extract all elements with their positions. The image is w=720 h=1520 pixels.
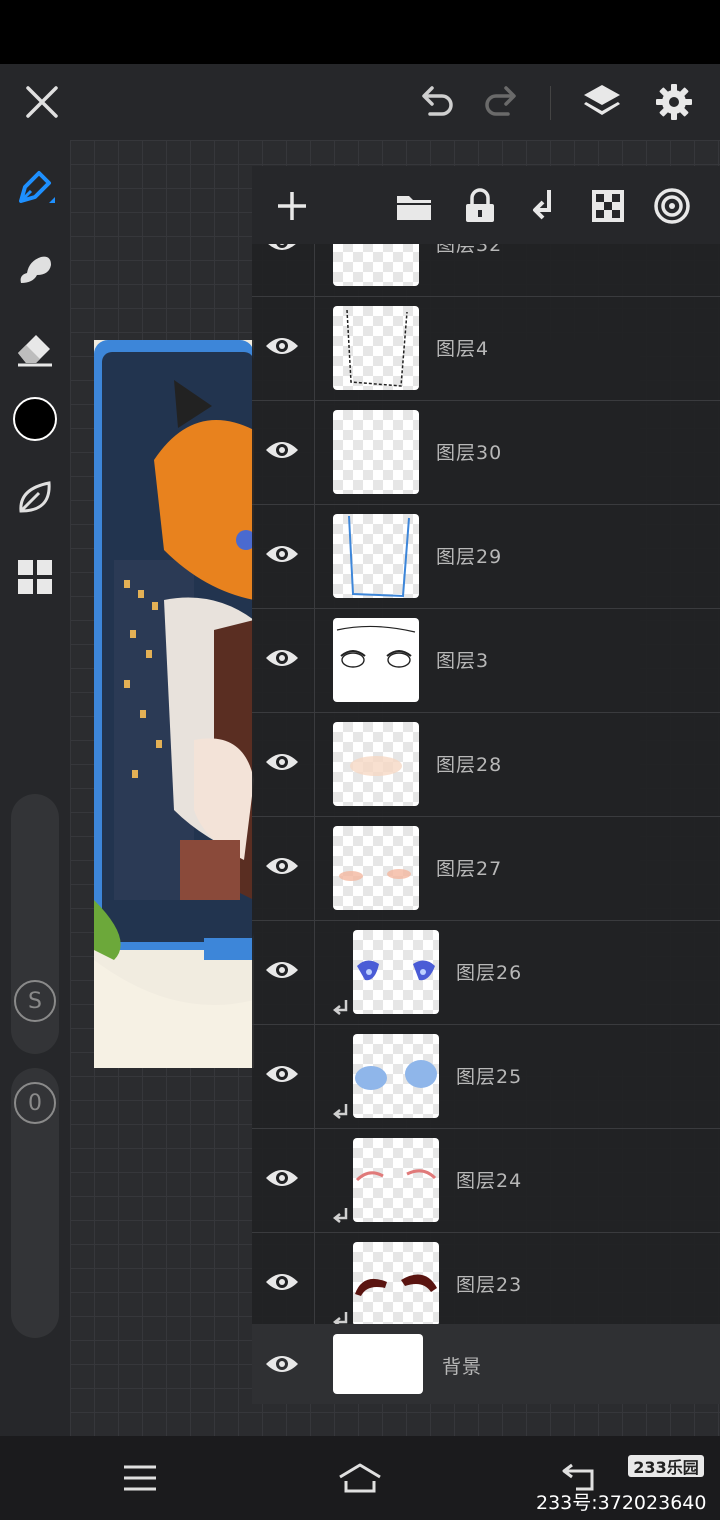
layer-thumbnail <box>333 1334 423 1394</box>
clip-arrow-icon <box>332 1208 348 1223</box>
layer-divider <box>314 1232 315 1324</box>
home-icon[interactable] <box>330 1452 390 1504</box>
layer-divider <box>314 504 315 608</box>
top-toolbar <box>0 64 720 140</box>
watermark-logo: 233乐园 <box>628 1455 704 1477</box>
gear-icon[interactable] <box>650 78 698 126</box>
redo-icon[interactable] <box>478 78 526 126</box>
layer-row[interactable]: 图层24 <box>252 1128 720 1233</box>
lock-icon[interactable] <box>456 182 504 230</box>
pen-icon[interactable] <box>10 164 60 214</box>
eye-icon[interactable] <box>264 748 300 776</box>
layer-name: 图层30 <box>436 442 503 464</box>
opacity-slider[interactable]: 0 <box>11 1068 59 1338</box>
layer-row[interactable]: 图层29 <box>252 504 720 609</box>
clip-arrow-icon <box>332 1104 348 1119</box>
eye-icon[interactable] <box>264 644 300 672</box>
layer-list[interactable]: 图层32 图层4 图层30 图层29 图层3 图层28 图层27 图层26 图层… <box>252 244 720 1324</box>
layer-row[interactable]: 图层27 <box>252 816 720 921</box>
smudge-icon[interactable] <box>10 244 60 294</box>
eye-icon[interactable] <box>264 244 300 256</box>
eye-icon[interactable] <box>264 436 300 464</box>
layer-thumbnail <box>353 1242 439 1324</box>
layer-panel-header <box>252 166 720 244</box>
layer-divider <box>314 296 315 400</box>
status-bar <box>0 0 720 64</box>
layer-thumbnail <box>333 826 419 910</box>
layer-name: 图层3 <box>436 650 490 672</box>
layer-row[interactable]: 图层28 <box>252 712 720 817</box>
eraser-icon[interactable] <box>10 322 60 372</box>
size-label: S <box>14 980 56 1022</box>
layer-divider <box>314 1024 315 1128</box>
layer-row[interactable]: 图层30 <box>252 400 720 505</box>
layer-row[interactable]: 图层3 <box>252 608 720 713</box>
eye-icon[interactable] <box>264 1164 300 1192</box>
layer-panel: 图层32 图层4 图层30 图层29 图层3 图层28 图层27 图层26 图层… <box>252 166 720 1404</box>
layer-row[interactable]: 图层25 <box>252 1024 720 1129</box>
leaf-icon[interactable] <box>10 472 60 522</box>
eye-icon[interactable] <box>264 852 300 880</box>
layer-name: 图层24 <box>456 1170 523 1192</box>
layer-name: 图层32 <box>436 244 503 256</box>
layer-divider <box>314 920 315 1024</box>
target-icon[interactable] <box>648 182 696 230</box>
layer-thumbnail <box>353 1034 439 1118</box>
layer-name: 图层29 <box>436 546 503 568</box>
layer-row[interactable]: 图层26 <box>252 920 720 1025</box>
layer-divider <box>314 1128 315 1232</box>
layer-name: 图层26 <box>456 962 523 984</box>
artwork-image <box>94 340 254 1068</box>
layer-name: 图层27 <box>436 858 503 880</box>
watermark-id: 233号:372023640 <box>536 1492 707 1514</box>
eye-icon[interactable] <box>264 540 300 568</box>
layer-divider <box>314 712 315 816</box>
opacity-label: 0 <box>14 1082 56 1124</box>
tool-sidebar: S 0 <box>0 140 70 1436</box>
clip-arrow-icon <box>332 1312 348 1324</box>
folder-icon[interactable] <box>390 182 438 230</box>
layer-thumbnail <box>333 244 419 286</box>
layer-name: 图层28 <box>436 754 503 776</box>
plus-icon[interactable] <box>268 182 316 230</box>
background-layer-row[interactable]: 背景 <box>252 1324 720 1404</box>
layer-row[interactable]: 图层23 <box>252 1232 720 1324</box>
layer-thumbnail <box>353 1138 439 1222</box>
layer-thumbnail <box>333 618 419 702</box>
toolbar-divider <box>550 86 551 120</box>
clip-arrow-icon <box>332 1000 348 1015</box>
layer-row[interactable]: 图层4 <box>252 296 720 401</box>
eye-icon[interactable] <box>264 1060 300 1088</box>
layer-divider <box>314 816 315 920</box>
layers-icon[interactable] <box>578 78 626 126</box>
layer-thumbnail <box>333 306 419 390</box>
layer-name: 背景 <box>442 1356 483 1378</box>
layer-divider <box>314 244 315 296</box>
layer-divider <box>314 608 315 712</box>
brush-size-slider[interactable]: S <box>11 794 59 1054</box>
eye-icon[interactable] <box>264 1350 300 1378</box>
layer-divider <box>314 400 315 504</box>
close-icon[interactable] <box>18 78 66 126</box>
undo-icon[interactable] <box>412 78 460 126</box>
clip-icon[interactable] <box>520 182 568 230</box>
menu-icon[interactable] <box>110 1452 170 1504</box>
color-swatch[interactable] <box>10 394 60 444</box>
eye-icon[interactable] <box>264 1268 300 1296</box>
layer-row[interactable]: 图层32 <box>252 244 720 297</box>
eye-icon[interactable] <box>264 332 300 360</box>
layer-thumbnail <box>333 410 419 494</box>
layer-thumbnail <box>333 722 419 806</box>
layer-thumbnail <box>333 514 419 598</box>
grid-icon[interactable] <box>10 552 60 602</box>
checker-icon[interactable] <box>584 182 632 230</box>
layer-name: 图层23 <box>456 1274 523 1296</box>
layer-name: 图层25 <box>456 1066 523 1088</box>
layer-name: 图层4 <box>436 338 490 360</box>
layer-thumbnail <box>353 930 439 1014</box>
eye-icon[interactable] <box>264 956 300 984</box>
